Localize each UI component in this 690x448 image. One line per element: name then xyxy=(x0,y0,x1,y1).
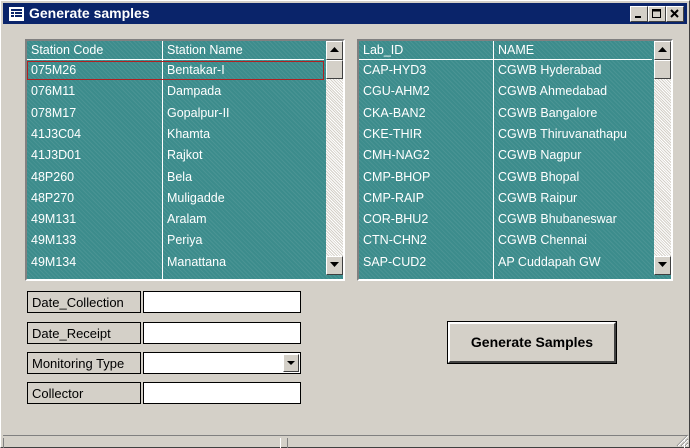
chevron-down-icon[interactable] xyxy=(283,354,299,372)
station-cell-name: Bela xyxy=(167,169,193,184)
generate-samples-window: Generate samples Station Code Station Na… xyxy=(0,0,690,448)
lab-row[interactable]: CKA-BAN2 CGWB Bangalore xyxy=(359,104,652,123)
column-header-lab-id[interactable]: Lab_ID xyxy=(359,41,493,60)
lab-cell-name: CGWB Bhubaneswar xyxy=(498,212,617,227)
lab-list-scrollbar[interactable] xyxy=(654,41,671,275)
lab-row[interactable]: CTN-CHN2 CGWB Chennai xyxy=(359,231,652,250)
station-row[interactable]: 49M131 Aralam xyxy=(27,210,324,229)
station-cell-name: Manattana xyxy=(167,254,227,269)
station-row[interactable]: 49M133 Periya xyxy=(27,231,324,250)
scroll-thumb[interactable] xyxy=(654,60,671,79)
form-icon[interactable] xyxy=(9,7,24,21)
lab-cell-id: SAP-CUD2 xyxy=(363,254,427,269)
monitoring-type-label: Monitoring Type xyxy=(27,352,141,374)
station-cell-id: 075M26 xyxy=(31,63,77,77)
monitoring-type-select[interactable] xyxy=(143,352,301,374)
column-header-station-name[interactable]: Station Name xyxy=(163,41,324,60)
station-cell-id: 49M131 xyxy=(31,212,77,227)
lab-row[interactable]: SAP-CUD2 AP Cuddapah GW xyxy=(359,253,652,272)
lab-cell-name: AP Cuddapah GW xyxy=(498,254,601,269)
date-receipt-label: Date_Receipt xyxy=(27,322,141,344)
station-row[interactable]: 076M11 Dampada xyxy=(27,82,324,101)
station-row[interactable]: 075M26 Bentakar-I xyxy=(27,61,324,80)
station-cell-id: 076M11 xyxy=(31,84,76,99)
window-title: Generate samples xyxy=(29,5,150,21)
status-pane xyxy=(3,438,281,448)
lab-cell-id: CKE-THIR xyxy=(363,126,423,141)
station-cell-name: Aralam xyxy=(167,212,207,227)
station-listbox[interactable]: Station Code Station Name 075M26 Bentakar… xyxy=(25,39,345,281)
resize-grip-icon[interactable] xyxy=(673,431,689,447)
station-row[interactable]: 41J3C04 Khamta xyxy=(27,125,324,144)
station-row[interactable]: 48P260 Bela xyxy=(27,168,324,187)
collector-label: Collector xyxy=(27,382,141,404)
station-cell-id: 41J3D01 xyxy=(31,148,82,163)
station-cell-id: 48P260 xyxy=(31,169,75,184)
lab-cell-name: CGWB Bangalore xyxy=(498,105,598,120)
station-cell-name: Periya xyxy=(167,233,203,248)
lab-cell-name: CGWB Ahmedabad xyxy=(498,84,608,99)
lab-row[interactable]: CMH-NAG2 CGWB Nagpur xyxy=(359,146,652,165)
arrow-down-icon[interactable] xyxy=(654,256,671,275)
station-row[interactable]: 078M17 Gopalpur-II xyxy=(27,104,324,123)
lab-cell-id: CMP-BHOP xyxy=(363,169,431,184)
date-receipt-field[interactable] xyxy=(143,322,301,344)
arrow-down-icon[interactable] xyxy=(326,256,343,275)
station-row[interactable]: 41J3D01 Rajkot xyxy=(27,146,324,165)
lab-cell-id: CGU-AHM2 xyxy=(363,84,430,99)
title-bar[interactable]: Generate samples xyxy=(3,3,687,24)
station-cell-id: 49M133 xyxy=(31,233,77,248)
lab-cell-name: CGWB Raipur xyxy=(498,190,578,205)
lab-cell-id: CMP-RAIP xyxy=(363,190,425,205)
column-header-station-code[interactable]: Station Code xyxy=(27,41,162,60)
lab-row[interactable]: COR-BHU2 CGWB Bhubaneswar xyxy=(359,210,652,229)
arrow-up-icon[interactable] xyxy=(326,41,343,60)
generate-samples-button[interactable]: Generate Samples xyxy=(447,321,617,364)
lab-cell-id: COR-BHU2 xyxy=(363,212,429,227)
lab-listbox[interactable]: Lab_ID NAME CAP-HYD3 CGWB Hyderabad CGU-AH… xyxy=(357,39,673,281)
lab-row[interactable]: CMP-BHOP CGWB Bhopal xyxy=(359,168,652,187)
lab-row[interactable]: CMP-RAIP CGWB Raipur xyxy=(359,189,652,208)
lab-cell-id: CTN-CHN2 xyxy=(363,233,427,248)
station-list-header: Station Code Station Name xyxy=(27,41,324,60)
station-row[interactable]: 49M134 Manattana xyxy=(27,253,324,272)
status-bar xyxy=(3,435,687,448)
station-cell-name: Bentakar-I xyxy=(167,63,225,77)
station-cell-id: 48P270 xyxy=(31,190,75,205)
collector-field[interactable] xyxy=(143,382,301,404)
lab-cell-name: CGWB Thiruvanathapu xyxy=(498,126,627,141)
status-pane xyxy=(287,438,685,448)
lab-cell-id: CAP-HYD3 xyxy=(363,63,427,77)
station-cell-name: Khamta xyxy=(167,126,211,141)
lab-cell-name: CGWB Bhopal xyxy=(498,169,580,184)
station-cell-id: 49M134 xyxy=(31,254,77,269)
column-header-name[interactable]: NAME xyxy=(494,41,652,60)
scroll-thumb[interactable] xyxy=(326,60,343,79)
station-list-scrollbar[interactable] xyxy=(326,41,343,275)
date-collection-label: Date_Collection xyxy=(27,291,141,313)
station-cell-name: Muligadde xyxy=(167,190,225,205)
station-cell-id: 41J3C04 xyxy=(31,126,82,141)
station-row[interactable]: 48P270 Muligadde xyxy=(27,189,324,208)
date-collection-field[interactable] xyxy=(143,291,301,313)
lab-cell-name: CGWB Hyderabad xyxy=(498,63,602,77)
close-button[interactable] xyxy=(666,6,684,22)
maximize-button[interactable] xyxy=(648,6,666,22)
station-cell-name: Rajkot xyxy=(167,148,203,163)
lab-cell-name: CGWB Chennai xyxy=(498,233,587,248)
minimize-button[interactable] xyxy=(630,6,648,22)
lab-list-header: Lab_ID NAME xyxy=(359,41,652,60)
lab-cell-id: CKA-BAN2 xyxy=(363,105,426,120)
lab-cell-id: CMH-NAG2 xyxy=(363,148,430,163)
station-cell-name: Gopalpur-II xyxy=(167,105,230,120)
lab-row[interactable]: CGU-AHM2 CGWB Ahmedabad xyxy=(359,82,652,101)
lab-row[interactable]: CAP-HYD3 CGWB Hyderabad xyxy=(359,61,652,80)
arrow-up-icon[interactable] xyxy=(654,41,671,60)
station-cell-name: Dampada xyxy=(167,84,222,99)
lab-row[interactable]: CKE-THIR CGWB Thiruvanathapu xyxy=(359,125,652,144)
station-cell-id: 078M17 xyxy=(31,105,77,120)
lab-cell-name: CGWB Nagpur xyxy=(498,148,582,163)
